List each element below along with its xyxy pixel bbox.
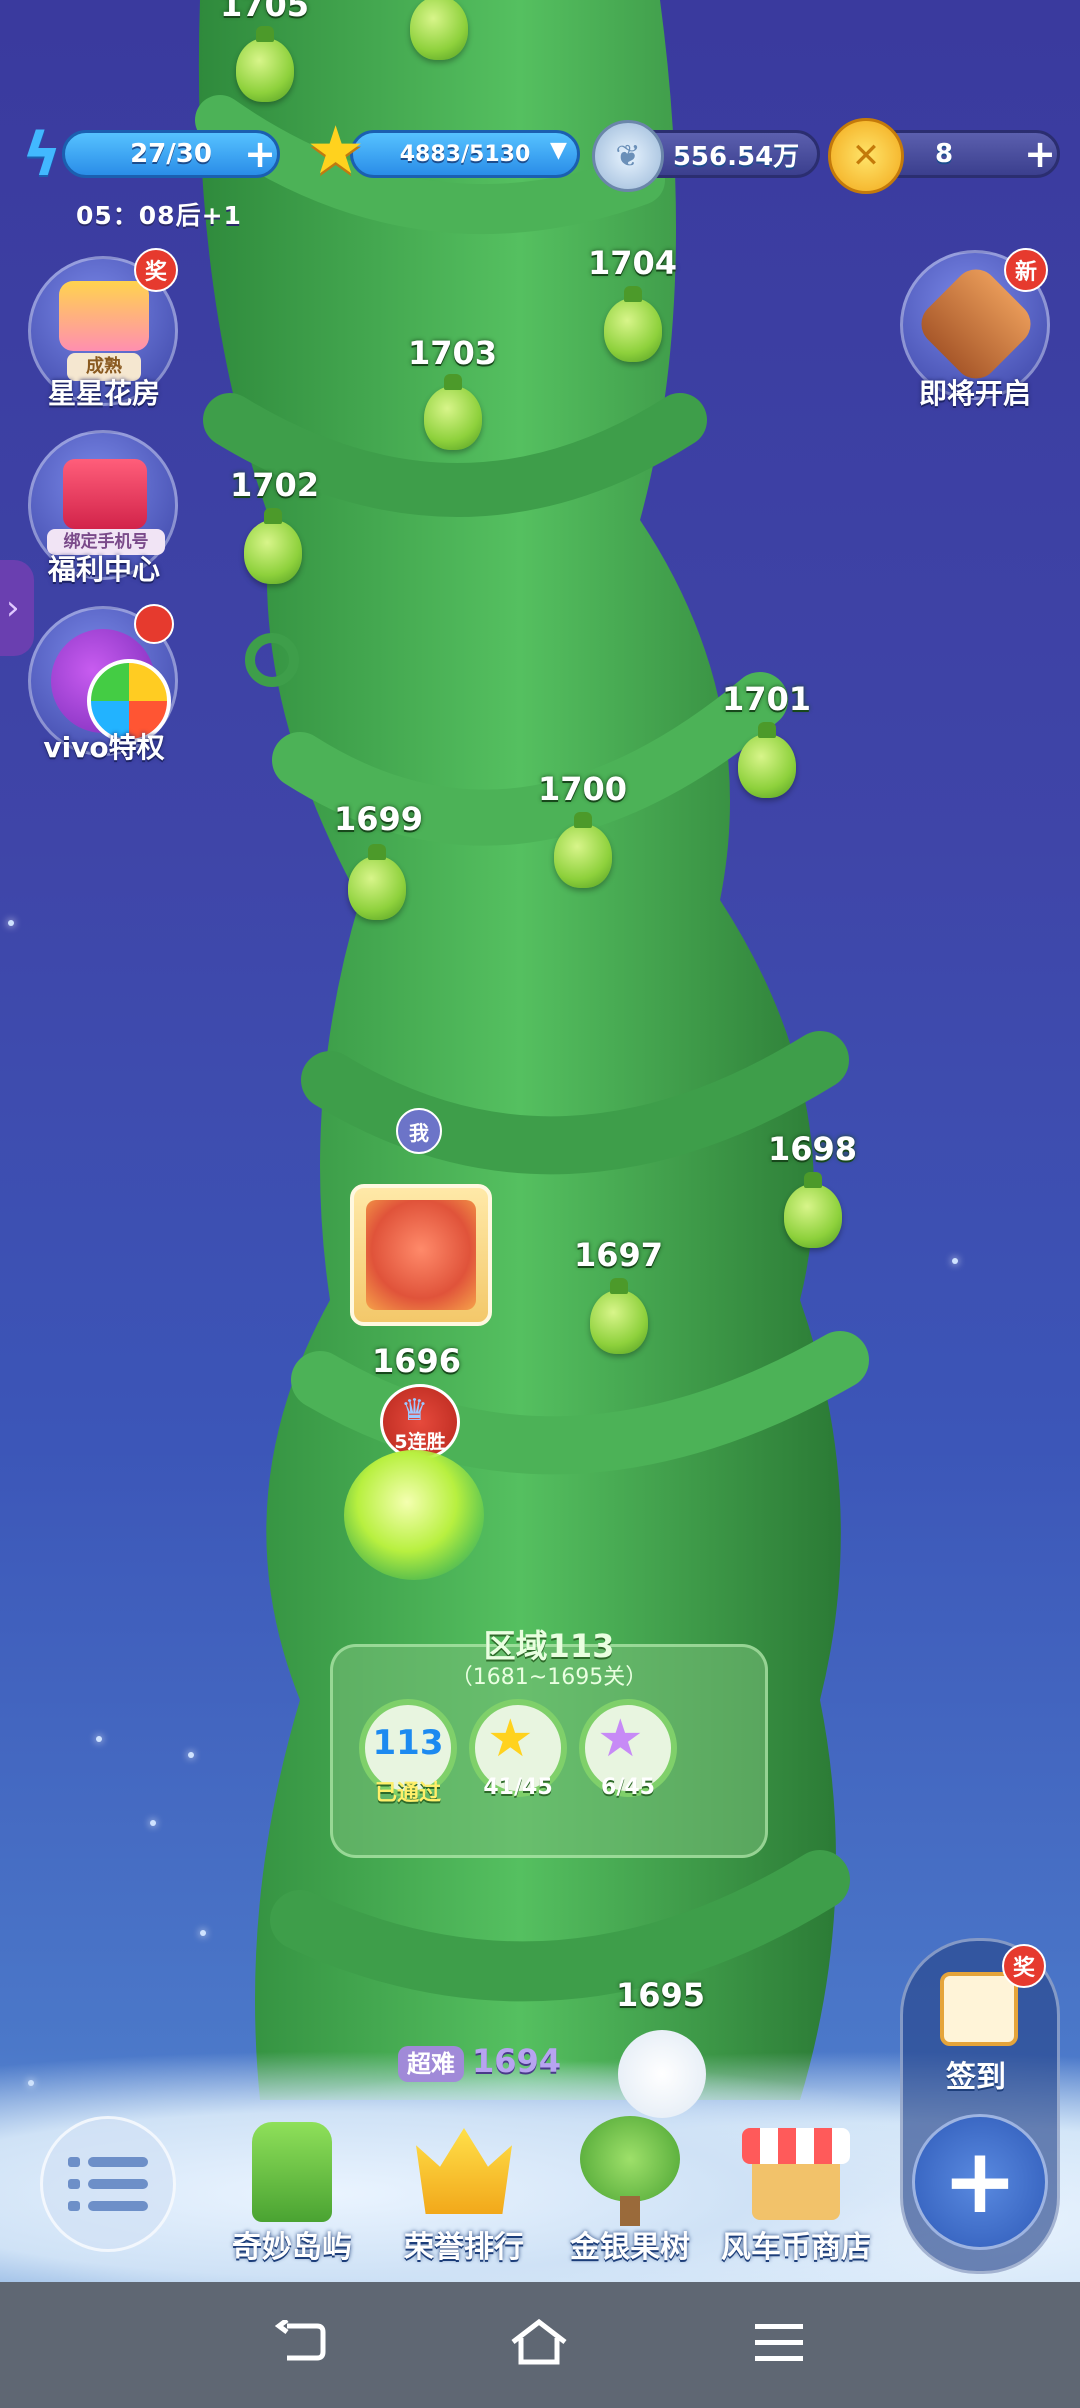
region-card[interactable]: 区域113 （1681~1695关） 113 已通过 ★ 41/45 ★ 6/4… <box>330 1627 768 1858</box>
star-icon: ★ <box>306 112 366 189</box>
add-energy-button[interactable]: + <box>240 134 280 174</box>
region-range: （1681~1695关） <box>450 1665 648 1690</box>
calendar-icon <box>940 1972 1018 2046</box>
shop-awning-icon <box>742 2128 850 2164</box>
vivo-privilege-label: vivo特权 <box>43 731 165 764</box>
back-icon[interactable] <box>266 2312 336 2372</box>
avatar-fox-icon <box>366 1200 476 1310</box>
level-node[interactable] <box>604 286 662 362</box>
palm-island-icon <box>252 2122 332 2222</box>
coming-soon-label: 即将开启 <box>918 377 1031 410</box>
level-label: 1695 <box>616 1976 706 2014</box>
silver-coin-value: 556.54万 <box>672 141 800 172</box>
add-gold-button[interactable]: + <box>1020 134 1060 174</box>
level-label: 1704 <box>588 244 678 282</box>
level-label: 1696 <box>372 1342 462 1380</box>
expand-tab[interactable]: › <box>0 560 34 656</box>
chevron-right-icon: › <box>6 588 20 628</box>
super-hard-tag: 超难 <box>398 2046 464 2082</box>
level-label: 1705 <box>220 0 310 24</box>
level-node[interactable] <box>618 2030 706 2118</box>
level-node[interactable] <box>348 844 406 920</box>
reward-badge: 奖 <box>1002 1944 1046 1988</box>
lightning-icon: ϟ <box>22 120 62 190</box>
level-node[interactable] <box>236 26 294 102</box>
chevron-down-icon[interactable]: ▼ <box>550 138 567 163</box>
add-button[interactable]: + <box>912 2114 1048 2250</box>
crown-icon: ♛ <box>401 1393 428 1428</box>
menu-button[interactable] <box>40 2116 176 2252</box>
reward-badge: 奖 <box>134 248 178 292</box>
gold-coin-icon: ✕ <box>828 118 904 194</box>
star-icon: ★ <box>487 1709 534 1769</box>
level-label: 1698 <box>768 1130 858 1168</box>
player-avatar[interactable] <box>350 1184 492 1326</box>
streak-badge: ♛ 5连胜 <box>380 1384 460 1460</box>
level-label: 1699 <box>334 800 424 838</box>
level-label: 1702 <box>230 466 320 504</box>
rainbow-star-icon: ★ <box>597 1709 644 1769</box>
notification-dot <box>134 604 174 644</box>
plus-icon: + <box>942 2129 1018 2234</box>
trophy-crown-icon <box>416 2128 512 2214</box>
welfare-center-label: 福利中心 <box>47 553 160 586</box>
level-label: 1697 <box>574 1236 664 1274</box>
me-marker: 我 <box>396 1108 442 1154</box>
level-node[interactable] <box>410 0 468 60</box>
list-icon <box>68 2157 148 2211</box>
recent-apps-icon[interactable] <box>744 2312 814 2372</box>
level-label: 1694 <box>472 2042 562 2080</box>
level-node[interactable] <box>784 1172 842 1248</box>
new-badge: 新 <box>1004 248 1048 292</box>
nav-island-label: 奇妙岛屿 <box>232 2230 352 2265</box>
level-label: 1700 <box>538 770 628 808</box>
flower-house-icon <box>59 281 149 351</box>
star-progress-bar[interactable]: 4883/5130 <box>350 130 580 178</box>
level-node[interactable] <box>244 508 302 584</box>
current-level-node[interactable] <box>344 1450 484 1580</box>
energy-value: 27/30 <box>130 139 212 169</box>
level-node[interactable] <box>424 374 482 450</box>
level-node[interactable] <box>554 812 612 888</box>
shop-booth-icon <box>752 2164 840 2220</box>
region-rainbow: 6/45 <box>601 1775 655 1800</box>
gold-coin-value: 8 <box>934 139 954 169</box>
nav-shop-label: 风车币商店 <box>721 2230 871 2265</box>
home-icon[interactable] <box>504 2312 574 2372</box>
leaf-coin-icon: ❦ <box>592 120 664 192</box>
gift-box-icon <box>63 459 147 529</box>
passed-value: 113 <box>372 1723 444 1763</box>
signin-label: 签到 <box>946 2060 1006 2095</box>
star-flower-house-label: 星星花房 <box>47 377 160 410</box>
energy-timer: 05：08后+1 <box>76 201 242 230</box>
star-progress-value: 4883/5130 <box>399 141 531 167</box>
passed-label: 已通过 <box>374 1781 441 1806</box>
region-stars: 41/45 <box>483 1775 553 1800</box>
level-label: 1701 <box>722 680 812 718</box>
level-node[interactable] <box>738 722 796 798</box>
fruit-tree-icon <box>580 2116 680 2202</box>
level-label: 1703 <box>408 334 498 372</box>
level-node[interactable] <box>590 1278 648 1354</box>
